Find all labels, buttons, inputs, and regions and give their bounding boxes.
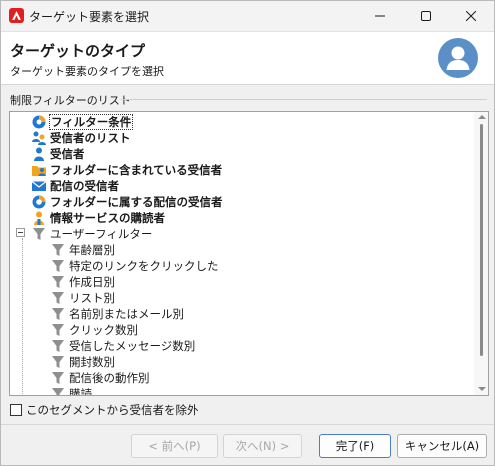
title-bar: ターゲット要素を選択 bbox=[1, 1, 494, 31]
funnel-icon bbox=[50, 242, 66, 258]
header-title: ターゲットのタイプ bbox=[10, 42, 146, 60]
window-title: ターゲット要素を選択 bbox=[29, 10, 150, 24]
header-subtitle: ターゲット要素のタイプを選択 bbox=[10, 65, 164, 78]
scrollbar-thumb[interactable] bbox=[480, 124, 483, 356]
tree-item-delivery-recipient[interactable]: 配信の受信者 bbox=[31, 178, 119, 194]
section-divider bbox=[121, 99, 487, 100]
tree-item-label: 作成日別 bbox=[69, 275, 115, 289]
cancel-button[interactable]: キャンセル(A) bbox=[397, 434, 487, 458]
dialog-window: ターゲット要素を選択 ターゲットのタイプ ターゲット要素のタイプを選択 制限フィ… bbox=[0, 0, 495, 466]
subscriber-icon bbox=[31, 210, 47, 226]
tree-item-by-list[interactable]: リスト別 bbox=[50, 290, 115, 306]
maximize-button[interactable] bbox=[403, 1, 449, 31]
tree-item-delivery-folder-recipient[interactable]: フォルダーに属する配信の受信者 bbox=[31, 194, 223, 210]
funnel-icon bbox=[50, 290, 66, 306]
adobe-campaign-icon bbox=[9, 8, 24, 23]
tree-item-label: フォルダーに含まれている受信者 bbox=[50, 163, 223, 177]
wizard-header: ターゲットのタイプ ターゲット要素のタイプを選択 bbox=[1, 31, 494, 85]
tree-item-recipient-list[interactable]: 受信者のリスト bbox=[31, 130, 131, 146]
tree-item-label: 配信後の動作別 bbox=[69, 371, 150, 385]
filter-list-label: 制限フィルターのリスト bbox=[10, 94, 131, 107]
tree-item-open-count[interactable]: 開封数別 bbox=[50, 354, 115, 370]
tree-item-label: 名前別またはメール別 bbox=[69, 307, 184, 321]
funnel-icon bbox=[50, 386, 66, 395]
tree-item-filter-conditions[interactable]: フィルター条件 bbox=[31, 114, 134, 130]
tree-item-subscriber[interactable]: 情報サービスの購読者 bbox=[31, 210, 165, 226]
tree-item-post-delivery-behavior[interactable]: 配信後の動作別 bbox=[50, 370, 150, 386]
tree-item-creation-date[interactable]: 作成日別 bbox=[50, 274, 115, 290]
tree-scrollbar[interactable] bbox=[474, 112, 488, 395]
funnel-icon bbox=[31, 226, 47, 242]
close-icon bbox=[466, 11, 476, 21]
delivery-folder-icon bbox=[31, 194, 47, 210]
funnel-icon bbox=[50, 338, 66, 354]
tree-item-label: フィルター条件 bbox=[48, 114, 134, 130]
filter-tree[interactable]: フィルター条件 受信者のリスト 受信者 フォルダーに含まれている受信者 配信の受 bbox=[9, 111, 489, 396]
delivery-envelope-icon bbox=[31, 178, 47, 194]
scroll-down-arrow-icon[interactable] bbox=[478, 387, 486, 391]
next-button[interactable]: 次へ(N) > bbox=[223, 434, 302, 458]
folder-recipient-icon bbox=[31, 162, 47, 178]
funnel-icon bbox=[50, 370, 66, 386]
tree-item-label: 配信の受信者 bbox=[50, 179, 119, 193]
prev-button[interactable]: < 前へ(P) bbox=[131, 434, 218, 458]
tree-item-click-count[interactable]: クリック数別 bbox=[50, 322, 138, 338]
tree-item-label: リスト別 bbox=[69, 291, 115, 305]
tree-item-age-group[interactable]: 年齢層別 bbox=[50, 242, 115, 258]
tree-item-label: 特定のリンクをクリックした bbox=[69, 259, 219, 273]
funnel-icon bbox=[50, 354, 66, 370]
user-avatar-icon bbox=[438, 38, 478, 78]
exclude-checkbox[interactable] bbox=[10, 404, 22, 416]
tree-item-label: 開封数別 bbox=[69, 355, 115, 369]
maximize-icon bbox=[421, 11, 431, 21]
tree-item-label: 受信者 bbox=[50, 147, 85, 161]
recipient-icon bbox=[31, 146, 47, 162]
tree-connector bbox=[22, 238, 23, 394]
exclude-recipients-option[interactable]: このセグメントから受信者を除外 bbox=[10, 402, 199, 418]
tree-item-clicked-link[interactable]: 特定のリンクをクリックした bbox=[50, 258, 219, 274]
funnel-icon bbox=[50, 322, 66, 338]
tree-item-label: 受信したメッセージ数別 bbox=[69, 339, 196, 353]
scroll-up-arrow-icon[interactable] bbox=[478, 115, 486, 119]
tree-item-label: ユーザーフィルター bbox=[50, 227, 153, 241]
finish-button[interactable]: 完了(F) bbox=[319, 434, 391, 458]
tree-item-label: フォルダーに属する配信の受信者 bbox=[50, 195, 223, 209]
funnel-icon bbox=[50, 306, 66, 322]
recipient-list-icon bbox=[31, 130, 47, 146]
tree-item-received-count[interactable]: 受信したメッセージ数別 bbox=[50, 338, 195, 354]
funnel-icon bbox=[50, 258, 66, 274]
minimize-icon bbox=[375, 15, 385, 17]
tree-item-label: 情報サービスの購読者 bbox=[50, 211, 165, 225]
tree-item-folder-recipient[interactable]: フォルダーに含まれている受信者 bbox=[31, 162, 222, 178]
tree-item-user-filter[interactable]: ユーザーフィルター bbox=[31, 226, 152, 242]
tree-item-name-or-email[interactable]: 名前別またはメール別 bbox=[50, 306, 184, 322]
funnel-icon bbox=[50, 274, 66, 290]
collapse-toggle[interactable] bbox=[16, 228, 25, 237]
tree-item-recipient[interactable]: 受信者 bbox=[31, 146, 85, 162]
footer-divider bbox=[1, 424, 494, 425]
tree-item-label: 年齢層別 bbox=[69, 243, 115, 257]
tree-item-label: 受信者のリスト bbox=[50, 131, 131, 145]
tree-item-label: 購読 bbox=[69, 387, 92, 396]
exclude-checkbox-label: このセグメントから受信者を除外 bbox=[26, 403, 199, 417]
tree-item-subscription[interactable]: 購読 bbox=[50, 386, 92, 396]
tree-item-label: クリック数別 bbox=[69, 323, 138, 337]
close-button[interactable] bbox=[448, 1, 494, 31]
filter-conditions-icon bbox=[31, 114, 47, 130]
minimize-button[interactable] bbox=[357, 1, 403, 31]
